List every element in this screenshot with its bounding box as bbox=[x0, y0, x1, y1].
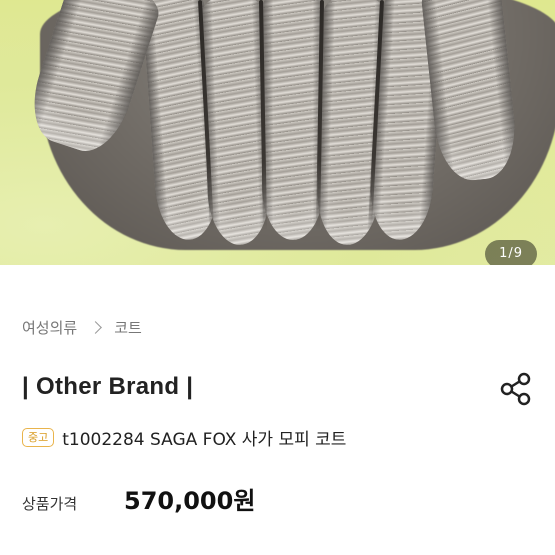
share-icon bbox=[500, 372, 531, 406]
price-row: 상품가격 570,000원 bbox=[22, 481, 255, 516]
image-pager-indicator: 1/9 bbox=[485, 240, 537, 265]
price-value: 570,000원 bbox=[124, 487, 256, 515]
condition-badge: 중고 bbox=[22, 428, 55, 447]
breadcrumb: 여성의류 코트 bbox=[22, 317, 142, 338]
price-label: 상품가격 bbox=[22, 495, 78, 513]
chevron-right-icon bbox=[89, 321, 103, 334]
product-title-row: 중고 t1002284 SAGA FOX 사가 모피 코트 bbox=[22, 425, 346, 450]
breadcrumb-category[interactable]: 여성의류 bbox=[22, 317, 77, 338]
product-image-carousel[interactable]: 1/9 bbox=[0, 0, 555, 265]
breadcrumb-subcategory[interactable]: 코트 bbox=[114, 317, 142, 338]
brand-name[interactable]: | Other Brand | bbox=[22, 373, 193, 401]
product-info: 여성의류 코트 | Other Brand | 중고 t1002284 SAGA… bbox=[0, 265, 555, 555]
product-title: t1002284 SAGA FOX 사가 모피 코트 bbox=[62, 430, 347, 450]
fur-pelt bbox=[262, 0, 324, 240]
share-button[interactable] bbox=[496, 369, 536, 409]
